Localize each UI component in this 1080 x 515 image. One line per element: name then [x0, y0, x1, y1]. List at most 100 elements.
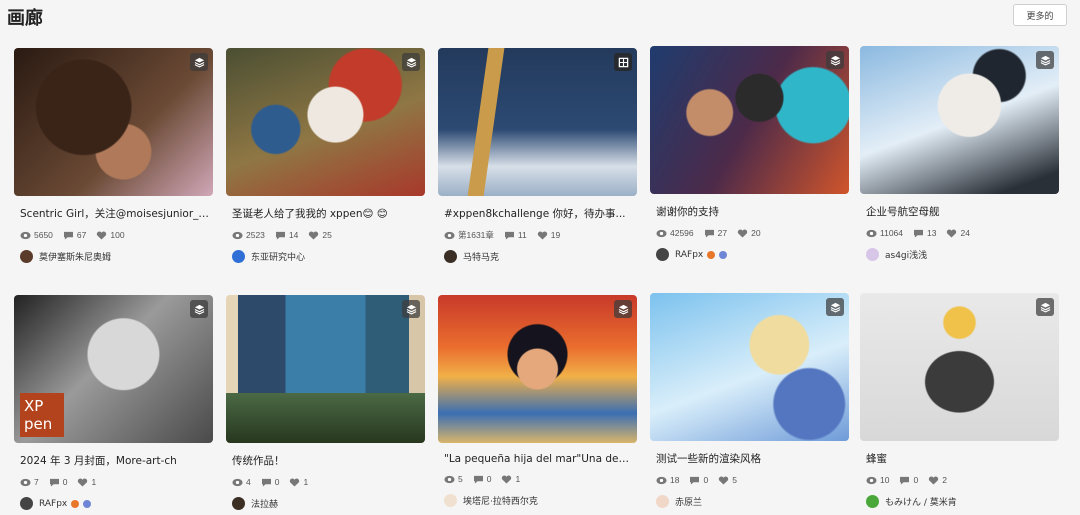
card-title[interactable]: "La pequeña hija del mar"Una demi...	[438, 453, 637, 465]
card-author[interactable]: RAFpx	[14, 497, 213, 510]
author-name[interactable]: as4gi浅浅	[885, 248, 927, 261]
heart-icon[interactable]	[737, 229, 748, 238]
author-name[interactable]: RAFpx	[39, 499, 67, 509]
card-stats: 2523 14 25	[226, 230, 425, 240]
card-author[interactable]: as4gi浅浅	[860, 248, 1059, 261]
comment-icon	[275, 231, 285, 240]
comment-icon	[704, 229, 714, 238]
view-count: 第1631章	[458, 230, 494, 240]
heart-icon[interactable]	[501, 475, 512, 484]
heart-icon[interactable]	[289, 478, 300, 487]
like-count: 2	[942, 475, 947, 485]
card-title[interactable]: 谢谢你的支持	[650, 204, 849, 219]
comment-icon	[900, 476, 910, 485]
like-count: 24	[960, 228, 970, 238]
card-stats: 4 0 1	[226, 477, 425, 487]
heart-icon[interactable]	[308, 231, 319, 240]
card-title[interactable]: 2024 年 3 月封面，More-art-ch	[14, 453, 213, 468]
comment-icon	[261, 478, 271, 487]
author-name[interactable]: RAFpx	[675, 250, 703, 260]
card-author[interactable]: 赤原兰	[650, 495, 849, 508]
author-name[interactable]: もみけん / 莫米肯	[885, 495, 957, 508]
avatar[interactable]	[866, 495, 879, 508]
comment-count: 67	[76, 230, 87, 240]
card-stats: 7 0 1	[14, 477, 213, 487]
card-title[interactable]: 传统作品！	[226, 453, 425, 468]
avatar[interactable]	[444, 494, 457, 507]
card-stats: 11064 13 24	[860, 228, 1059, 238]
gallery-card[interactable]: 测试一些新的渲染风格 18 0 5 赤原兰	[650, 293, 849, 508]
artwork-thumbnail[interactable]: XP pen	[14, 295, 213, 443]
author-name[interactable]: 东亚研究中心	[251, 250, 305, 263]
heart-icon[interactable]	[718, 476, 729, 485]
gallery-card[interactable]: #xppen8kchallenge 你好，待办事... 第1631章 11 19…	[438, 48, 637, 263]
gallery-card[interactable]: XP pen 2024 年 3 月封面，More-art-ch 7 0 1 RA…	[14, 295, 213, 510]
card-title[interactable]: #xppen8kchallenge 你好，待办事...	[438, 206, 637, 221]
author-name[interactable]: 法拉赫	[251, 497, 278, 510]
avatar[interactable]	[866, 248, 879, 261]
avatar[interactable]	[232, 497, 245, 510]
card-title[interactable]: Scentric Girl，关注@moisesjunior_mj...	[14, 206, 213, 221]
author-name[interactable]: 埃塔尼·拉特西尔克	[463, 494, 538, 507]
gallery-card[interactable]: "La pequeña hija del mar"Una demi... 5 0…	[438, 295, 637, 507]
heart-icon[interactable]	[946, 229, 957, 238]
card-title[interactable]: 蜂蜜	[860, 451, 1059, 466]
artwork-thumbnail[interactable]	[860, 293, 1059, 441]
artwork-thumbnail[interactable]	[226, 295, 425, 443]
comment-count: 0	[703, 475, 709, 485]
page-title: 画廊	[7, 8, 43, 29]
view-count: 10	[880, 475, 890, 485]
author-name[interactable]: 赤原兰	[675, 495, 702, 508]
avatar[interactable]	[444, 250, 457, 263]
card-author[interactable]: 马特马克	[438, 250, 637, 263]
gallery-card[interactable]: Scentric Girl，关注@moisesjunior_mj... 5650…	[14, 48, 213, 263]
artwork-thumbnail[interactable]	[650, 46, 849, 194]
eye-icon	[866, 229, 877, 237]
card-title[interactable]: 圣诞老人给了我我的 xppen😊 😊	[226, 206, 425, 221]
like-count: 1	[303, 477, 309, 487]
card-stats: 18 0 5	[650, 475, 849, 485]
layers-icon	[1036, 51, 1054, 69]
comment-count: 0	[913, 475, 919, 485]
more-button[interactable]: 更多的	[1013, 4, 1067, 26]
avatar[interactable]	[656, 495, 669, 508]
layers-icon	[402, 53, 420, 71]
gallery-card[interactable]: 谢谢你的支持 42596 27 20 RAFpx	[650, 46, 849, 261]
artwork-thumbnail[interactable]	[860, 46, 1059, 194]
artwork-thumbnail[interactable]	[438, 295, 637, 443]
comment-count: 27	[717, 228, 728, 238]
artwork-thumbnail[interactable]	[226, 48, 425, 196]
comment-icon	[690, 476, 700, 485]
heart-icon[interactable]	[537, 231, 548, 240]
avatar[interactable]	[656, 248, 669, 261]
artwork-thumbnail[interactable]	[438, 48, 637, 196]
gallery-card[interactable]: 蜂蜜 10 0 2 もみけん / 莫米肯	[860, 293, 1059, 508]
heart-icon[interactable]	[77, 478, 88, 487]
eye-icon	[232, 231, 243, 239]
card-author[interactable]: 埃塔尼·拉特西尔克	[438, 494, 637, 507]
author-name[interactable]: 马特马克	[463, 250, 499, 263]
artwork-thumbnail[interactable]	[14, 48, 213, 196]
comment-count: 13	[927, 228, 937, 238]
avatar[interactable]	[20, 497, 33, 510]
card-title[interactable]: 企业号航空母舰	[860, 204, 1059, 219]
card-title[interactable]: 测试一些新的渲染风格	[650, 451, 849, 466]
gallery-card[interactable]: 企业号航空母舰 11064 13 24 as4gi浅浅	[860, 46, 1059, 261]
view-count: 4	[246, 477, 251, 487]
heart-icon[interactable]	[96, 231, 107, 240]
gallery-card[interactable]: 传统作品！ 4 0 1 法拉赫	[226, 295, 425, 510]
card-author[interactable]: もみけん / 莫米肯	[860, 495, 1059, 508]
card-author[interactable]: 莫伊塞斯朱尼奥姆	[14, 250, 213, 263]
card-author[interactable]: RAFpx	[650, 248, 849, 261]
view-count: 5	[458, 474, 463, 484]
author-name[interactable]: 莫伊塞斯朱尼奥姆	[39, 250, 111, 263]
avatar[interactable]	[232, 250, 245, 263]
card-author[interactable]: 法拉赫	[226, 497, 425, 510]
artwork-thumbnail[interactable]	[650, 293, 849, 441]
gallery-card[interactable]: 圣诞老人给了我我的 xppen😊 😊 2523 14 25 东亚研究中心	[226, 48, 425, 263]
heart-icon[interactable]	[928, 476, 939, 485]
layers-icon	[614, 300, 632, 318]
avatar[interactable]	[20, 250, 33, 263]
card-author[interactable]: 东亚研究中心	[226, 250, 425, 263]
eye-icon	[20, 478, 31, 486]
